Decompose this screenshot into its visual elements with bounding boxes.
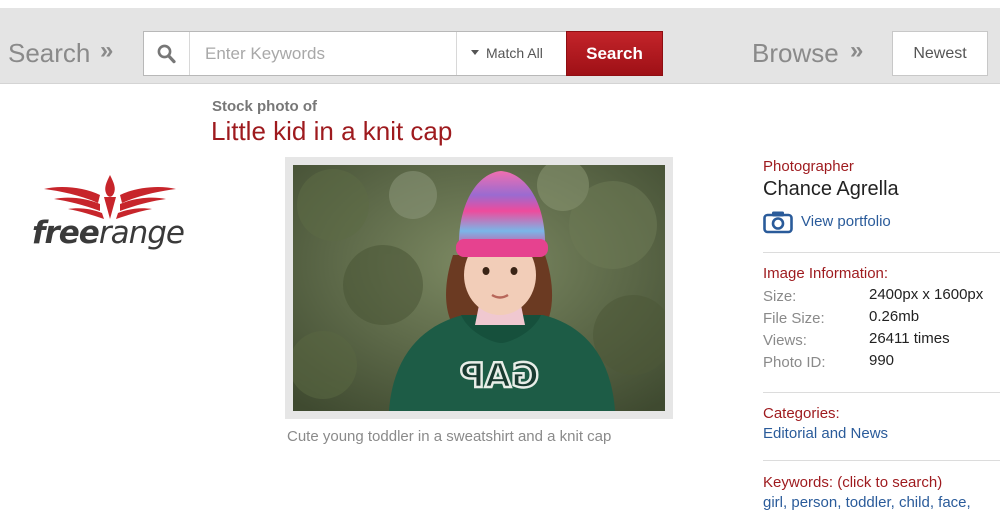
match-mode-label: Match All — [486, 45, 543, 61]
search-title: Search — [8, 38, 91, 68]
photographer-label: Photographer — [763, 158, 854, 175]
info-row-file-size: File Size: 0.26mb — [763, 308, 1000, 330]
divider — [763, 392, 1000, 393]
keyword-link[interactable]: toddler — [846, 494, 891, 511]
info-row-views: Views: 26411 times — [763, 330, 1000, 352]
info-key: Size: — [763, 288, 797, 305]
freerange-logo[interactable]: freerange — [30, 175, 190, 257]
keyword-link[interactable]: face — [938, 494, 966, 511]
photo-frame: GAP — [285, 157, 673, 419]
keywords-label: Keywords: (click to search) — [763, 474, 943, 491]
category-link[interactable]: Editorial and News — [763, 425, 888, 442]
stock-photo[interactable]: GAP — [293, 165, 665, 411]
categories-label: Categories: — [763, 405, 840, 422]
image-information-label: Image Information: — [763, 265, 889, 282]
magnifier-icon[interactable] — [144, 32, 190, 75]
newest-button[interactable]: Newest — [892, 31, 988, 76]
info-key: File Size: — [763, 310, 825, 327]
info-row-photo-id: Photo ID: 990 — [763, 352, 1000, 374]
photographer-name: Chance Agrella — [763, 178, 899, 200]
match-mode-select[interactable]: Match All — [456, 32, 566, 75]
keyword-link[interactable]: child — [899, 494, 930, 511]
logo-wordmark: freerange — [32, 215, 185, 251]
keyword-link[interactable]: person — [791, 494, 837, 511]
sweatshirt-text: GAP — [460, 356, 539, 396]
keyword-link[interactable]: girl — [763, 494, 783, 511]
search-button[interactable]: Search — [566, 31, 663, 76]
view-portfolio-label: View portfolio — [801, 213, 891, 230]
divider — [763, 252, 1000, 253]
image-info-table: Size: 2400px x 1600px File Size: 0.26mb … — [763, 286, 1000, 374]
info-value: 0.26mb — [869, 308, 920, 325]
logo-text-free: free — [32, 215, 100, 251]
info-value: 2400px x 1600px — [869, 286, 984, 303]
caret-down-icon — [471, 49, 479, 55]
browse-title: Browse — [752, 38, 839, 68]
logo-text-range: range — [98, 215, 185, 251]
info-value: 990 — [869, 352, 895, 369]
page-title: Little kid in a knit cap — [211, 116, 453, 146]
double-chevron-right-icon: » — [100, 37, 113, 64]
top-search-bar: Search » Match All Search Browse » Newes… — [0, 8, 1000, 84]
double-chevron-right-icon: » — [850, 37, 863, 64]
photo-caption: Cute young toddler in a sweatshirt and a… — [287, 428, 612, 445]
divider — [763, 460, 1000, 461]
info-row-size: Size: 2400px x 1600px — [763, 286, 1000, 308]
camera-icon — [763, 211, 793, 234]
keywords-list: girl, person, toddler, child, face, — [763, 494, 971, 511]
photo-subheading: Stock photo of — [212, 98, 317, 115]
info-value: 26411 times — [869, 330, 950, 347]
info-key: Views: — [763, 332, 807, 349]
search-input[interactable] — [191, 32, 451, 75]
info-key: Photo ID: — [763, 354, 826, 371]
